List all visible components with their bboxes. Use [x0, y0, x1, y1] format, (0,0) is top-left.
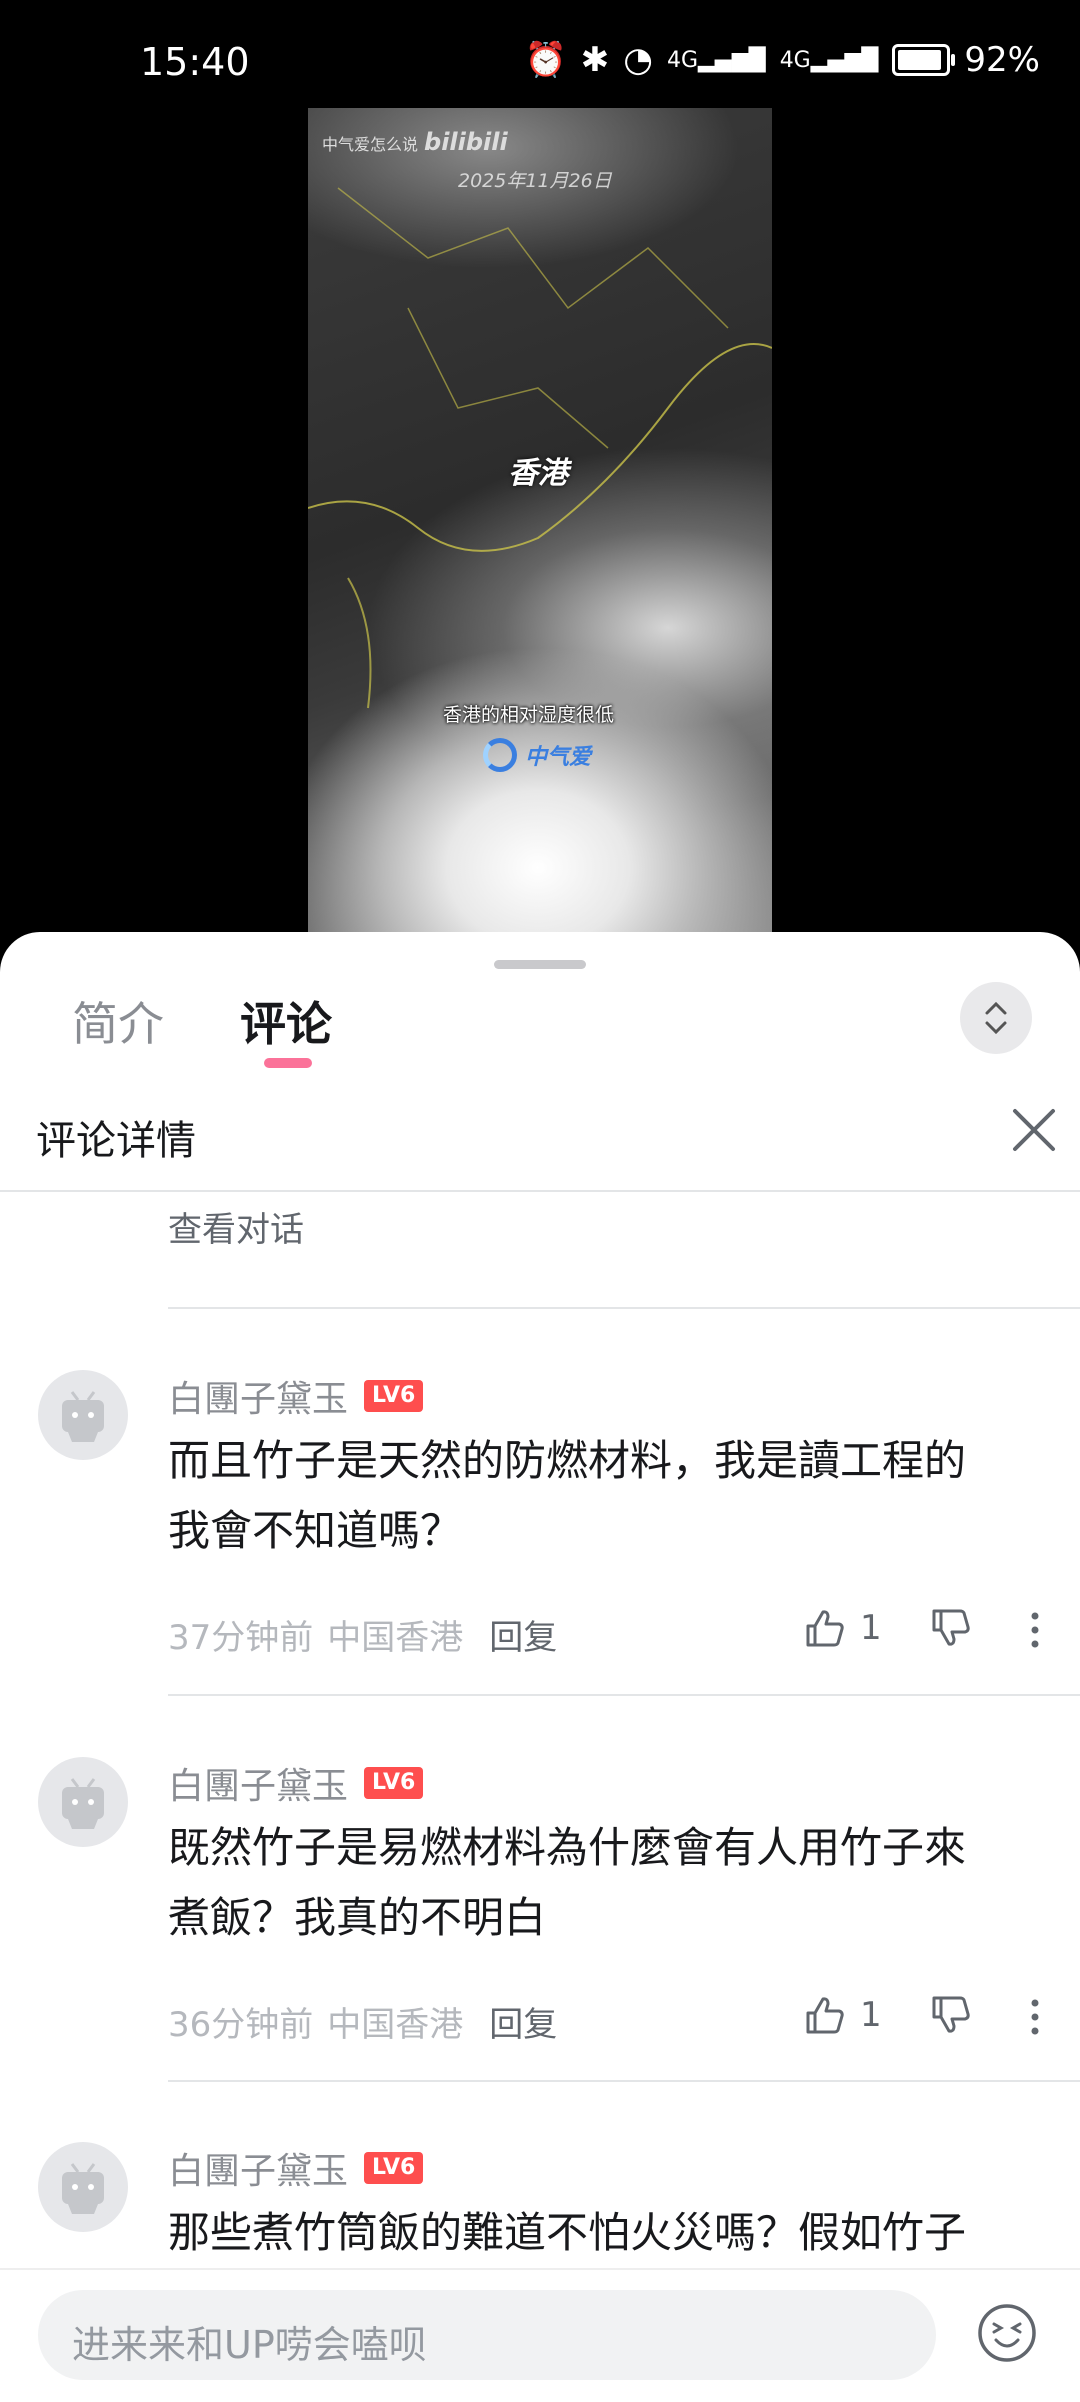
avatar[interactable] — [38, 2142, 128, 2232]
more-options-button[interactable] — [1030, 1610, 1040, 1654]
comment-username[interactable]: 白團子黛玉 LV6 — [168, 2142, 424, 2194]
level-badge: LV6 — [364, 2152, 424, 2184]
comment-text: 那些煮竹筒飯的難道不怕火災嗎？假如竹子 — [168, 2208, 967, 2257]
comment-location: 中国香港 — [327, 1618, 464, 1658]
more-vertical-icon — [1031, 1999, 1039, 2035]
comment-username[interactable]: 白團子黛玉 LV6 — [168, 1370, 424, 1422]
comment-time: 36分钟前 — [168, 2005, 314, 2045]
thumbs-up-icon — [806, 1997, 844, 2034]
emoji-button[interactable] — [976, 2302, 1038, 2368]
divider — [168, 1307, 1080, 1309]
comment-username[interactable]: 白團子黛玉 LV6 — [168, 1757, 424, 1809]
wifi-icon: ◔ — [623, 40, 653, 80]
status-time: 15:40 — [140, 40, 250, 84]
level-badge: LV6 — [364, 1380, 424, 1412]
chevron-up-down-icon — [985, 1001, 1007, 1035]
like-button[interactable]: 1 — [804, 1995, 882, 2035]
default-avatar-icon — [62, 2163, 104, 2214]
more-vertical-icon — [1031, 1612, 1039, 1648]
video-caption: 香港的相对湿度很低 — [443, 704, 615, 726]
divider — [168, 1694, 1080, 1696]
like-count: 1 — [860, 1995, 882, 2035]
default-avatar-icon — [62, 1778, 104, 1829]
comment-meta: 36分钟前 中国香港 回复 — [168, 1997, 557, 2046]
comment-location: 中国香港 — [327, 2005, 464, 2045]
tab-comments[interactable]: 评论 — [240, 988, 332, 1054]
comment-detail-header: 评论详情 — [0, 1078, 1080, 1192]
alarm-icon: ⏰ — [524, 40, 567, 80]
map-city-label: 香港 — [508, 456, 568, 491]
status-icons: ⏰ ✱ ◔ 4G▂▄▆█ 4G▂▄▆█ 92% — [524, 40, 1040, 80]
comment-panel: 简介 评论 评论详情 查看对话 白團子黛玉 LV6 而且竹子是天然的防燃材料，我… — [0, 932, 1080, 2402]
level-badge: LV6 — [364, 1767, 424, 1799]
video-player[interactable]: 中气爱怎么说 bilibili 2025年11月26日 香港 香港的相对湿度很低 … — [308, 108, 772, 938]
more-options-button[interactable] — [1030, 1997, 1040, 2041]
close-button[interactable] — [1008, 1104, 1060, 1156]
comment-text: 既然竹子是易燃材料為什麼會有人用竹子來 煮飯？我真的不明白 — [168, 1823, 967, 1942]
avatar[interactable] — [38, 1370, 128, 1460]
reply-button[interactable]: 回复 — [489, 1610, 557, 1659]
tab-active-indicator — [264, 1058, 312, 1068]
comment-text: 而且竹子是天然的防燃材料，我是讀工程的 我會不知道嗎？ — [168, 1436, 967, 1555]
channel-logo: 中气爱 — [483, 738, 591, 772]
status-bar: 15:40 ⏰ ✱ ◔ 4G▂▄▆█ 4G▂▄▆█ 92% — [0, 0, 1080, 100]
comment-input-bar: 进来来和UP唠会嗑呗 — [0, 2268, 1080, 2402]
page-title: 评论详情 — [36, 1118, 196, 1164]
battery-percent: 92% — [964, 40, 1040, 80]
default-avatar-icon — [62, 1391, 104, 1442]
thumbs-up-icon — [806, 1610, 844, 1647]
comment-meta: 37分钟前 中国香港 回复 — [168, 1610, 557, 1659]
signal-4g-icon: 4G▂▄▆█ — [779, 47, 879, 73]
drag-handle[interactable] — [494, 960, 586, 969]
battery-icon — [892, 44, 956, 76]
avatar[interactable] — [38, 1757, 128, 1847]
divider — [168, 2080, 1080, 2082]
bluetooth-icon: ✱ — [580, 40, 610, 80]
signal-4g-icon: 4G▂▄▆█ — [666, 47, 766, 73]
thumbs-down-icon — [932, 1996, 970, 2033]
view-conversation-link[interactable]: 查看对话 — [168, 1202, 304, 1251]
like-button[interactable]: 1 — [804, 1608, 882, 1648]
close-icon — [1013, 1109, 1055, 1151]
dislike-button[interactable] — [930, 1608, 972, 1652]
map-borders — [308, 187, 772, 709]
emoji-icon — [978, 2304, 1036, 2362]
comment-input[interactable]: 进来来和UP唠会嗑呗 — [38, 2290, 936, 2380]
expand-collapse-button[interactable] — [960, 982, 1032, 1054]
comment-time: 37分钟前 — [168, 1618, 314, 1658]
comment-input-placeholder: 进来来和UP唠会嗑呗 — [72, 2323, 427, 2367]
swirl-icon — [483, 738, 517, 772]
tab-intro[interactable]: 简介 — [72, 988, 164, 1054]
thumbs-down-icon — [932, 1609, 970, 1646]
like-count: 1 — [860, 1608, 882, 1648]
dislike-button[interactable] — [930, 1995, 972, 2039]
reply-button[interactable]: 回复 — [489, 1997, 557, 2046]
